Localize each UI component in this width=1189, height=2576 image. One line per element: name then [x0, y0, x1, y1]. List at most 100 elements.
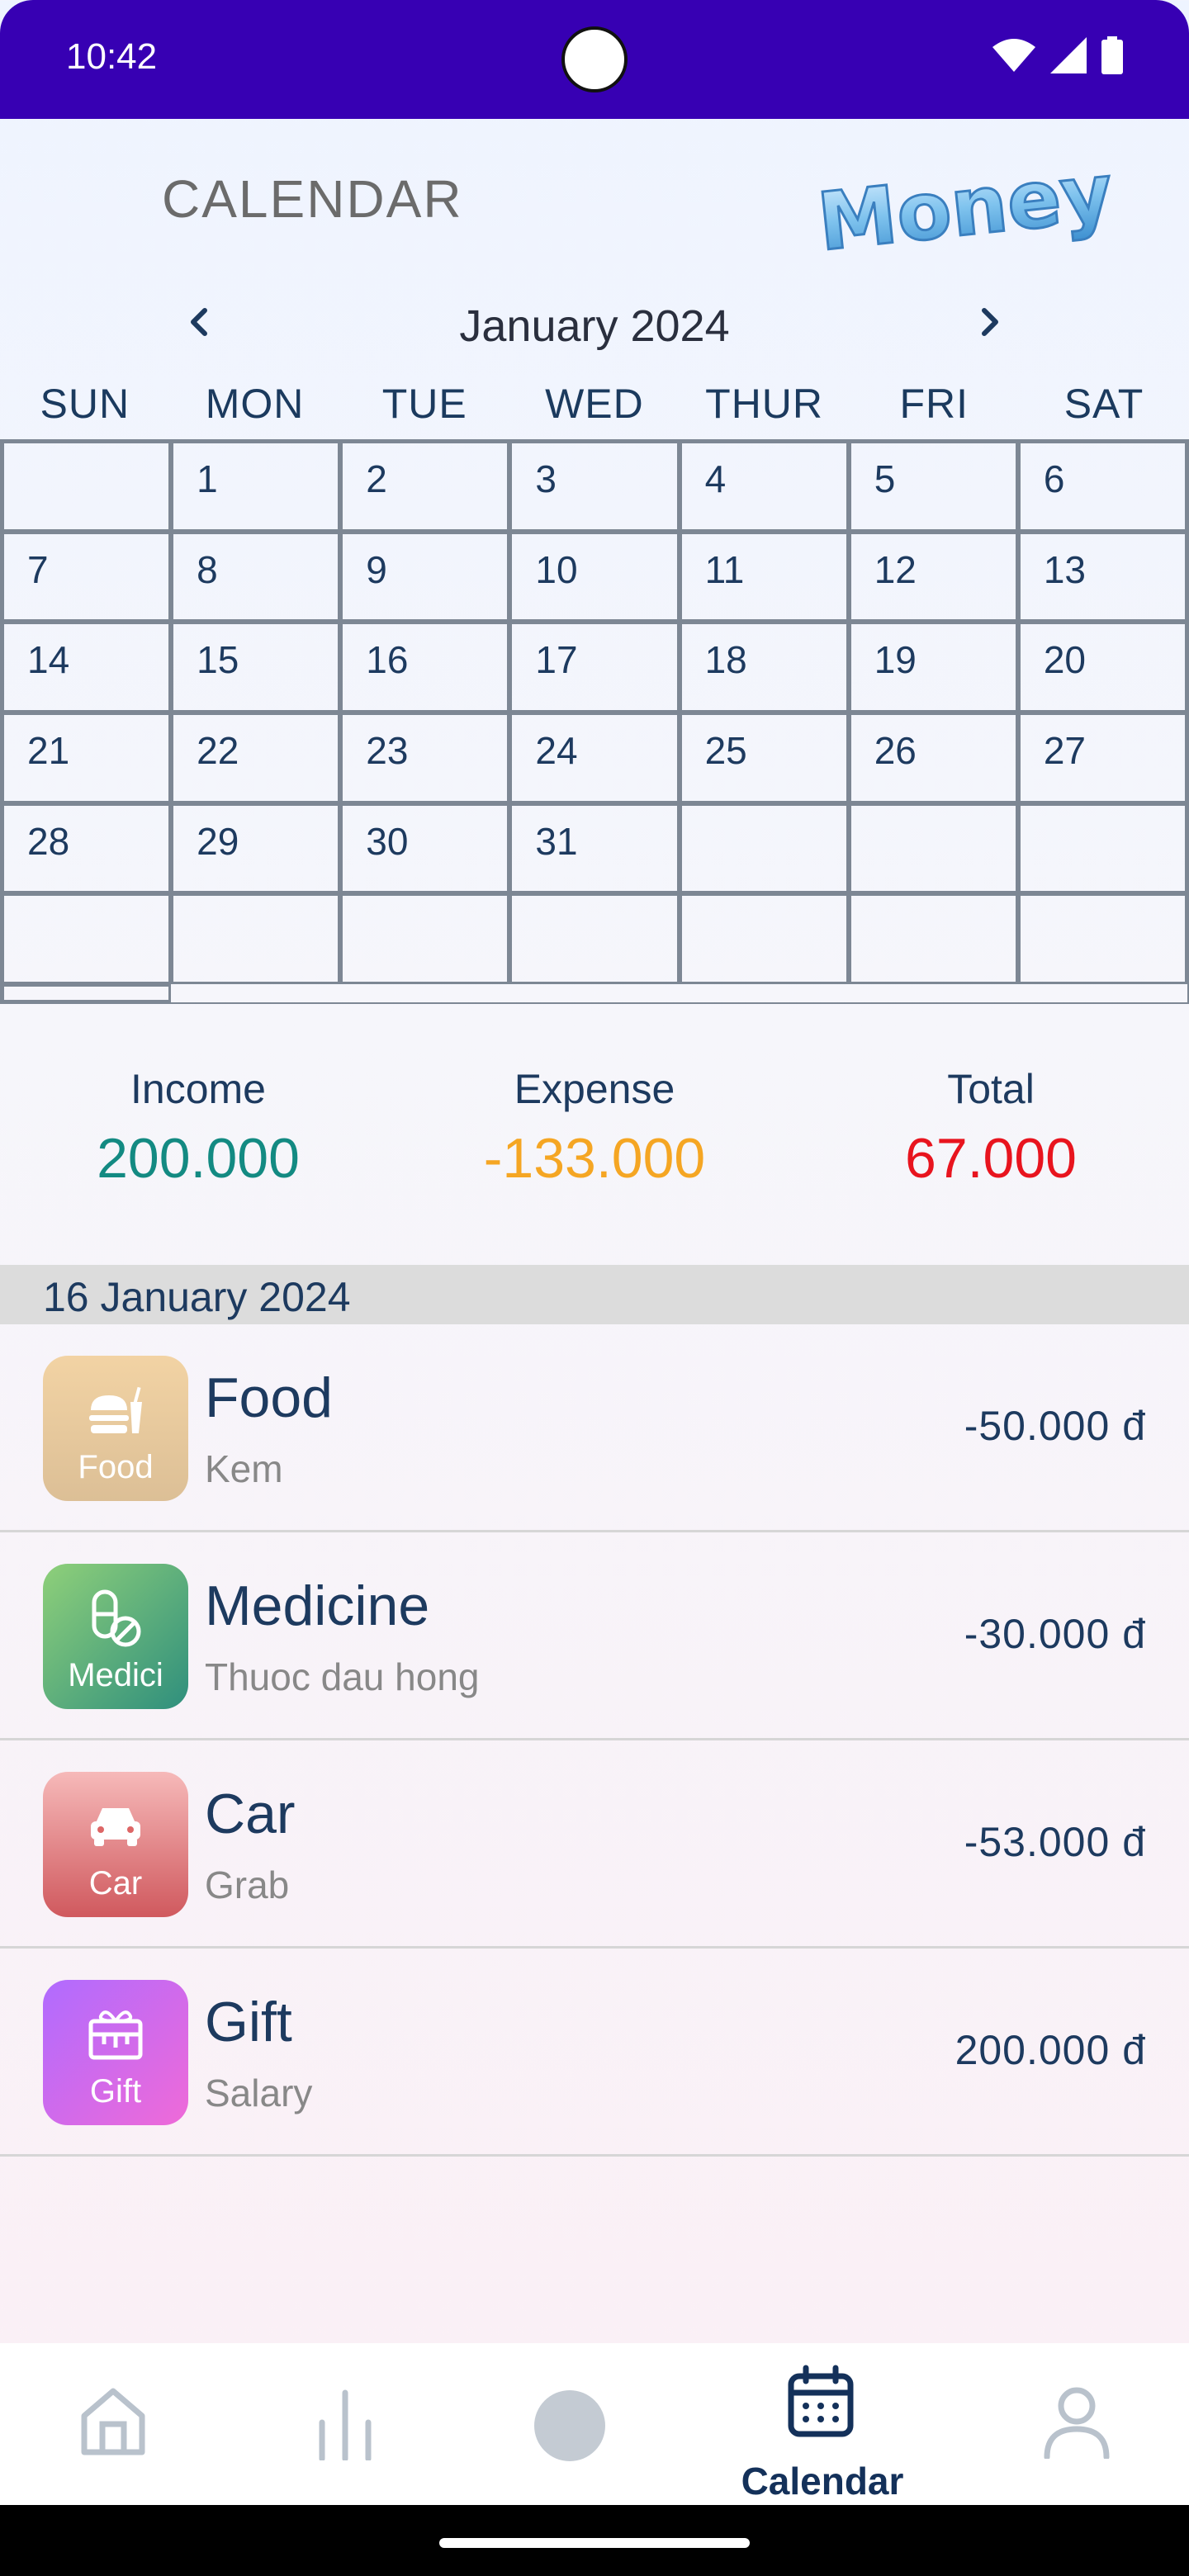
calendar-empty-cell — [340, 893, 510, 984]
calendar-day-23[interactable]: 23 — [340, 712, 510, 803]
calendar-day-11[interactable]: 11 — [679, 531, 849, 623]
list-item[interactable]: Car Car Grab -53.000 đ — [0, 1740, 1189, 1949]
page-title: CALENDAR — [162, 169, 463, 229]
signal-icon — [1050, 37, 1087, 73]
calendar-day-1[interactable]: 1 — [171, 441, 341, 532]
calendar-day-22[interactable]: 22 — [171, 712, 341, 803]
calendar-day-28[interactable]: 28 — [2, 803, 172, 894]
calendar-day-31[interactable]: 31 — [509, 803, 680, 894]
battery-icon — [1101, 36, 1123, 74]
transaction-category: Gift — [205, 1991, 292, 2053]
calendar-day-26[interactable]: 26 — [848, 712, 1018, 803]
transaction-amount: 200.000 đ — [955, 2027, 1146, 2073]
transaction-amount: -53.000 đ — [964, 1819, 1146, 1865]
calendar-empty-cell — [2, 441, 172, 532]
category-badge: Car — [43, 1772, 188, 1917]
nav-home[interactable] — [0, 2343, 238, 2505]
weekday-wed: WED — [545, 381, 644, 427]
weekday-sun: SUN — [40, 381, 130, 427]
calendar-empty-cell — [2, 983, 172, 1002]
transaction-list: Food Food Kem -50.000 đ Medici Medicine … — [0, 1324, 1189, 2157]
transaction-amount: -30.000 đ — [964, 1611, 1146, 1657]
weekday-mon: MON — [205, 381, 305, 427]
nav-profile[interactable] — [961, 2343, 1189, 2505]
list-item[interactable]: Food Food Kem -50.000 đ — [0, 1324, 1189, 1532]
selected-date-label: 16 January 2024 — [43, 1274, 351, 1320]
category-badge: Food — [43, 1356, 188, 1501]
nav-add[interactable] — [476, 2343, 713, 2505]
transaction-note: Grab — [205, 1863, 290, 1906]
calendar-day-2[interactable]: 2 — [340, 441, 510, 532]
calendar-day-27[interactable]: 27 — [1017, 712, 1187, 803]
status-icons — [992, 36, 1123, 74]
profile-icon — [1044, 2387, 1110, 2459]
weekday-sat: SAT — [1063, 381, 1144, 427]
category-badge: Medici — [43, 1564, 188, 1709]
calendar-day-20[interactable]: 20 — [1017, 622, 1187, 713]
nav-statistics[interactable] — [238, 2343, 476, 2505]
list-item[interactable]: Medici Medicine Thuoc dau hong -30.000 đ — [0, 1532, 1189, 1740]
calendar-day-7[interactable]: 7 — [2, 531, 172, 623]
calendar-day-30[interactable]: 30 — [340, 803, 510, 894]
calendar-day-10[interactable]: 10 — [509, 531, 680, 623]
next-month-button[interactable] — [966, 297, 1016, 347]
calendar-day-15[interactable]: 15 — [171, 622, 341, 713]
calendar-day-3[interactable]: 3 — [509, 441, 680, 532]
calendar-icon — [788, 2365, 854, 2437]
weekday-fri: FRI — [899, 381, 969, 427]
calendar-day-5[interactable]: 5 — [848, 441, 1018, 532]
total-value: 67.000 — [905, 1127, 1077, 1190]
calendar-grid: 1 2 3 4 5 6 7 8 9 10 11 12 13 14 15 16 17 18 19 20 21 22 23 24 2… — [0, 439, 1189, 1004]
calendar-day-6[interactable]: 6 — [1017, 441, 1187, 532]
money-logo: Money — [812, 152, 1118, 259]
calendar-day-21[interactable]: 21 — [2, 712, 172, 803]
calendar-empty-cell — [509, 893, 680, 984]
transaction-amount: -50.000 đ — [964, 1403, 1146, 1449]
status-time: 10:42 — [66, 36, 158, 77]
gift-icon — [88, 2010, 143, 2060]
calendar-day-29[interactable]: 29 — [171, 803, 341, 894]
home-gesture-handle[interactable] — [439, 2538, 750, 2548]
calendar-day-24[interactable]: 24 — [509, 712, 680, 803]
category-badge-label: Gift — [89, 2073, 142, 2110]
expense-summary: Expense -133.000 — [396, 1065, 793, 1191]
calendar-empty-cell — [2, 893, 172, 984]
calendar-empty-cell — [679, 803, 849, 894]
expense-value: -133.000 — [483, 1127, 706, 1190]
expense-label: Expense — [514, 1066, 675, 1112]
list-item[interactable]: Gift Gift Salary 200.000 đ — [0, 1949, 1189, 2157]
total-summary: Total 67.000 — [793, 1065, 1189, 1191]
income-value: 200.000 — [97, 1127, 300, 1190]
calendar-day-18[interactable]: 18 — [679, 622, 849, 713]
wifi-icon — [992, 39, 1035, 72]
calendar-day-4[interactable]: 4 — [679, 441, 849, 532]
burger-icon — [89, 1386, 142, 1433]
calendar-day-16[interactable]: 16 — [340, 622, 510, 713]
status-bar: 10:42 — [0, 0, 1189, 119]
selected-date-header: 16 January 2024 — [0, 1265, 1189, 1324]
pill-icon — [92, 1589, 141, 1647]
nav-calendar[interactable]: Calendar — [703, 2343, 941, 2505]
weekday-tue: TUE — [381, 381, 467, 427]
weekday-header: SUN MON TUE WED THUR FRI SAT — [0, 380, 1189, 428]
income-label: Income — [130, 1066, 266, 1112]
calendar-empty-cell — [1017, 893, 1187, 984]
calendar-empty-cell — [171, 893, 341, 984]
transaction-category: Medicine — [205, 1574, 430, 1637]
weekday-thur: THUR — [705, 381, 824, 427]
category-badge: Gift — [43, 1980, 188, 2125]
transaction-note: Thuoc dau hong — [205, 1655, 480, 1698]
calendar-day-9[interactable]: 9 — [340, 531, 510, 623]
calendar-day-25[interactable]: 25 — [679, 712, 849, 803]
calendar-day-19[interactable]: 19 — [848, 622, 1018, 713]
calendar-day-17[interactable]: 17 — [509, 622, 680, 713]
calendar-empty-cell — [848, 893, 1018, 984]
calendar-day-14[interactable]: 14 — [2, 622, 172, 713]
calendar-empty-cell — [679, 893, 849, 984]
calendar-day-13[interactable]: 13 — [1017, 531, 1187, 623]
header: CALENDAR Money — [0, 119, 1189, 276]
calendar-day-8[interactable]: 8 — [171, 531, 341, 623]
transaction-note: Salary — [205, 2072, 313, 2114]
calendar-day-12[interactable]: 12 — [848, 531, 1018, 623]
bottom-navigation: Calendar — [0, 2343, 1189, 2505]
